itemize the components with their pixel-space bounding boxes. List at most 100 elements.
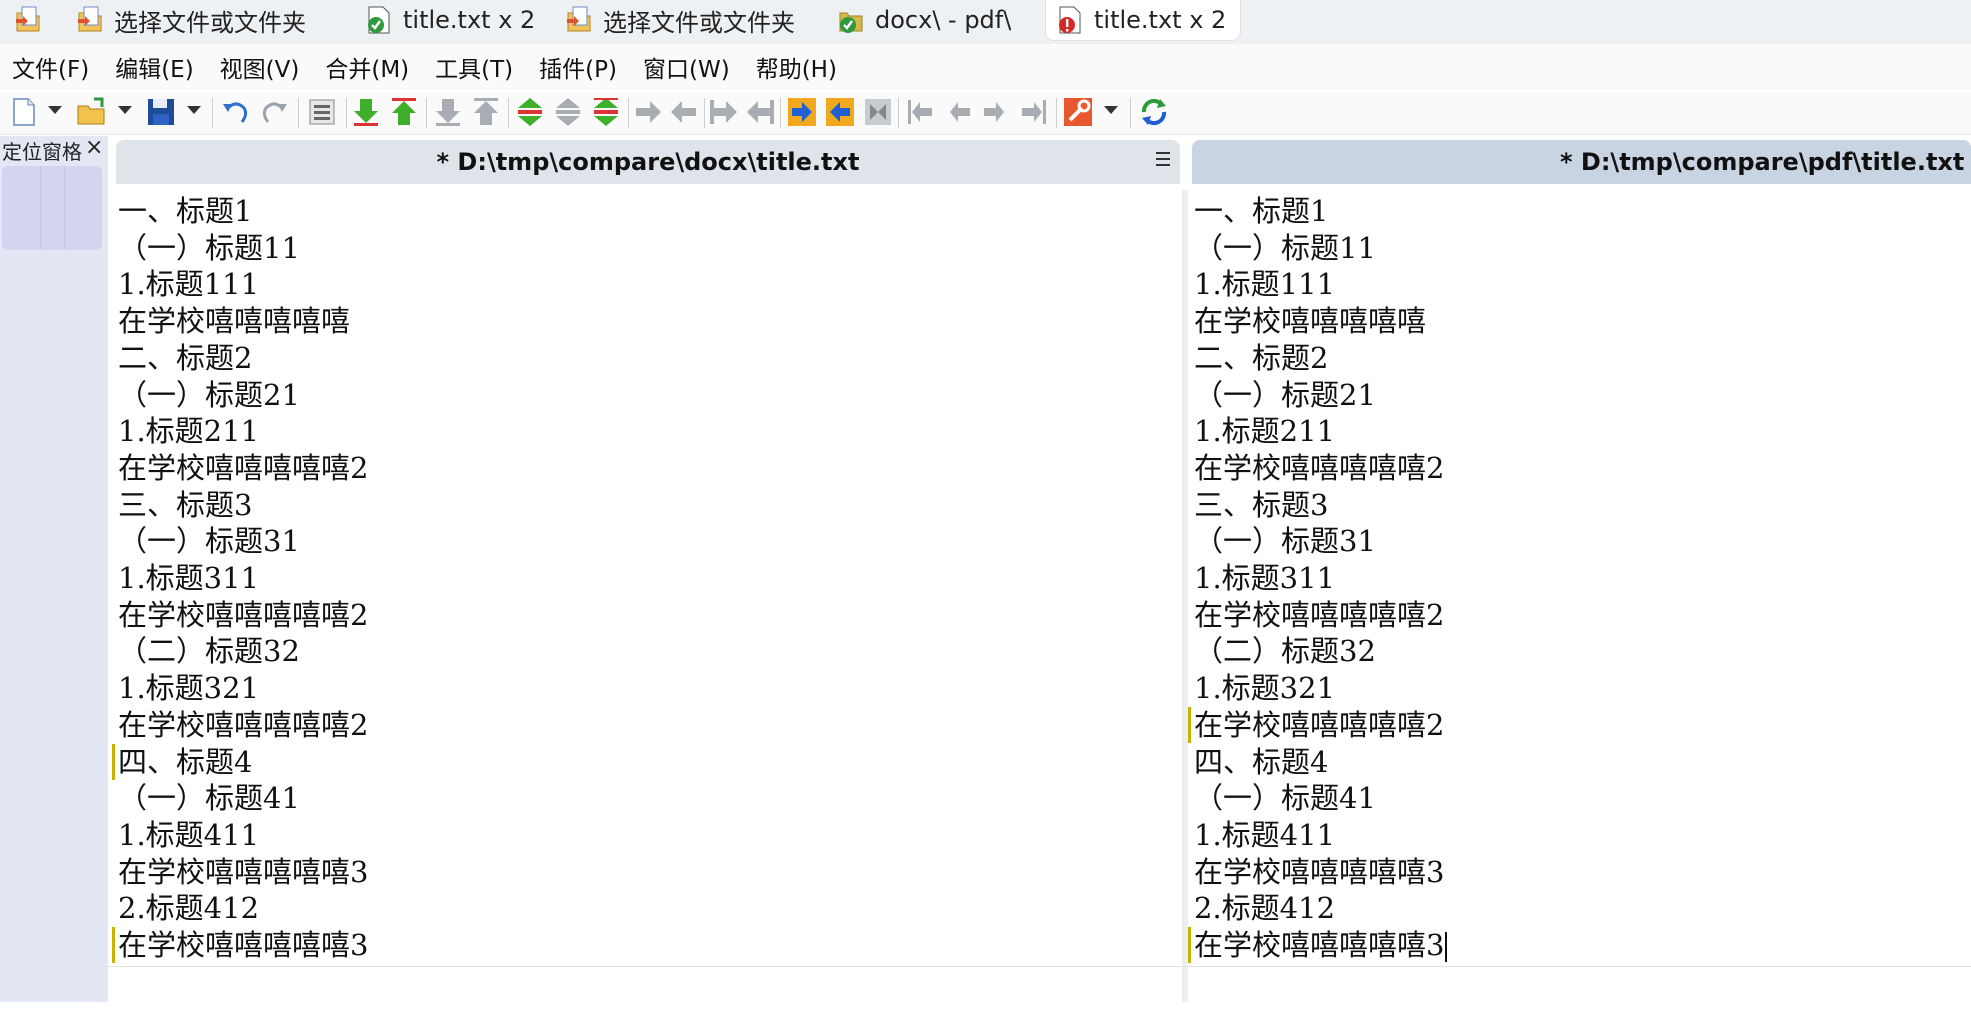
text-line[interactable]: 2.标题412 xyxy=(1194,890,1335,926)
open-file-icon[interactable] xyxy=(76,96,108,128)
new-file-icon[interactable] xyxy=(8,96,40,128)
tab-3[interactable]: 选择文件或文件夹 xyxy=(565,0,795,40)
current-diff-icon[interactable] xyxy=(514,96,546,128)
merge-left-icon[interactable] xyxy=(744,96,776,128)
text-line[interactable]: 一、标题1 xyxy=(1194,193,1328,229)
tools-icon[interactable] xyxy=(1062,96,1094,128)
text-line[interactable]: 在学校嘻嘻嘻嘻嘻3 xyxy=(118,927,368,963)
save-icon[interactable] xyxy=(145,96,177,128)
go-next-icon[interactable] xyxy=(980,96,1012,128)
text-line[interactable]: 在学校嘻嘻嘻嘻嘻3 xyxy=(1194,927,1448,963)
text-line[interactable]: 1.标题321 xyxy=(118,670,259,706)
tab-0[interactable] xyxy=(14,0,42,40)
text-line[interactable]: （一）标题31 xyxy=(118,523,300,559)
menu-tools[interactable]: 工具(T) xyxy=(435,50,513,84)
menu-merge[interactable]: 合并(M) xyxy=(325,50,409,84)
hamburger-icon[interactable] xyxy=(1156,152,1170,170)
tab-4[interactable]: docx\ - pdf\ xyxy=(837,0,1011,40)
text-line[interactable]: 四、标题4 xyxy=(118,744,252,780)
tab-1[interactable]: 选择文件或文件夹 xyxy=(76,0,306,40)
diff-marker xyxy=(1188,707,1191,743)
location-pane-map[interactable] xyxy=(2,166,102,250)
text-line[interactable]: （一）标题11 xyxy=(118,230,300,266)
text-line[interactable]: 1.标题311 xyxy=(1194,560,1335,596)
left-file-path: * D:\tmp\compare\docx\title.txt xyxy=(436,148,860,176)
text-line[interactable]: 四、标题4 xyxy=(1194,744,1328,780)
copy-left-advance-icon[interactable] xyxy=(668,96,700,128)
text-line[interactable]: 在学校嘻嘻嘻嘻嘻 xyxy=(118,303,350,339)
text-line[interactable]: （一）标题21 xyxy=(1194,377,1376,413)
copy-left-icon[interactable] xyxy=(590,96,622,128)
text-line[interactable]: 三、标题3 xyxy=(118,487,252,523)
text-line[interactable]: 在学校嘻嘻嘻嘻嘻2 xyxy=(118,597,368,633)
text-line[interactable]: 在学校嘻嘻嘻嘻嘻2 xyxy=(118,450,368,486)
go-first-icon[interactable] xyxy=(904,96,936,128)
last-diff-icon[interactable] xyxy=(470,96,502,128)
menu-edit[interactable]: 编辑(E) xyxy=(115,50,193,84)
text-line[interactable]: 在学校嘻嘻嘻嘻嘻3 xyxy=(118,854,368,890)
copy-right-advance-icon[interactable] xyxy=(632,96,664,128)
next-diff-icon[interactable] xyxy=(350,96,382,128)
text-line[interactable]: 1.标题211 xyxy=(1194,413,1335,449)
redo-icon[interactable] xyxy=(258,96,290,128)
menu-bar: 文件(F) 编辑(E) 视图(V) 合并(M) 工具(T) 插件(P) 窗口(W… xyxy=(0,44,1971,90)
right-text-editor[interactable]: 一、标题1 （一）标题11 1.标题111 在学校嘻嘻嘻嘻嘻 二、标题2 （一）标题21 1… xyxy=(1188,190,1971,1010)
save-dropdown-icon[interactable] xyxy=(187,106,201,114)
toolbar-separator xyxy=(426,98,427,128)
text-line[interactable]: 1.标题211 xyxy=(118,413,259,449)
copy-right-icon[interactable] xyxy=(552,96,584,128)
close-icon[interactable]: × xyxy=(85,135,103,160)
text-line[interactable]: 1.标题321 xyxy=(1194,670,1335,706)
text-line[interactable]: 一、标题1 xyxy=(118,193,252,229)
text-line[interactable]: 二、标题2 xyxy=(118,340,252,376)
go-last-icon[interactable] xyxy=(1018,96,1050,128)
open-file-dropdown-icon[interactable] xyxy=(118,106,132,114)
text-line[interactable]: 1.标题111 xyxy=(118,266,259,302)
text-line[interactable]: 在学校嘻嘻嘻嘻嘻2 xyxy=(1194,707,1444,743)
text-line[interactable]: 在学校嘻嘻嘻嘻嘻3 xyxy=(1194,854,1444,890)
first-diff-icon[interactable] xyxy=(432,96,464,128)
text-line[interactable]: 在学校嘻嘻嘻嘻嘻 xyxy=(1194,303,1426,339)
text-line[interactable]: （一）标题41 xyxy=(118,780,300,816)
left-pane-header: * D:\tmp\compare\docx\title.txt xyxy=(116,140,1180,184)
text-line[interactable]: 1.标题411 xyxy=(1194,817,1335,853)
text-line[interactable]: （二）标题32 xyxy=(118,633,300,669)
tools-dropdown-icon[interactable] xyxy=(1104,106,1118,114)
menu-help[interactable]: 帮助(H) xyxy=(756,50,837,84)
menu-view[interactable]: 视图(V) xyxy=(220,50,300,84)
text-line[interactable]: 二、标题2 xyxy=(1194,340,1328,376)
text-line[interactable]: 在学校嘻嘻嘻嘻嘻2 xyxy=(1194,450,1444,486)
diff-marker xyxy=(112,927,115,963)
undo-icon[interactable] xyxy=(220,96,252,128)
toolbar-separator xyxy=(898,98,899,128)
text-line[interactable]: （一）标题31 xyxy=(1194,523,1376,559)
left-text-editor[interactable]: 一、标题1 （一）标题11 1.标题111 在学校嘻嘻嘻嘻嘻 二、标题2 （一）标题21 1… xyxy=(112,190,1180,1010)
text-line[interactable]: （二）标题32 xyxy=(1194,633,1376,669)
tab-2[interactable]: title.txt x 2 xyxy=(365,0,535,40)
text-line[interactable]: 在学校嘻嘻嘻嘻嘻2 xyxy=(118,707,368,743)
text-line[interactable]: 1.标题111 xyxy=(1194,266,1335,302)
text-line[interactable]: 2.标题412 xyxy=(118,890,259,926)
merge-right-icon[interactable] xyxy=(708,96,740,128)
text-line[interactable]: （一）标题21 xyxy=(118,377,300,413)
go-prev-icon[interactable] xyxy=(942,96,974,128)
diff-marker xyxy=(112,744,115,780)
toolbar xyxy=(0,92,1971,135)
text-line[interactable]: （一）标题41 xyxy=(1194,780,1376,816)
prev-diff-icon[interactable] xyxy=(388,96,420,128)
text-line[interactable]: 1.标题411 xyxy=(118,817,259,853)
refresh-icon[interactable] xyxy=(1138,96,1170,128)
text-line[interactable]: 在学校嘻嘻嘻嘻嘻2 xyxy=(1194,597,1444,633)
menu-file[interactable]: 文件(F) xyxy=(12,50,89,84)
options-icon[interactable] xyxy=(306,96,338,128)
text-line[interactable]: 三、标题3 xyxy=(1194,487,1328,523)
all-right-icon[interactable] xyxy=(786,96,818,128)
all-merge-icon[interactable] xyxy=(862,96,894,128)
new-file-dropdown-icon[interactable] xyxy=(48,106,62,114)
menu-window[interactable]: 窗口(W) xyxy=(643,50,730,84)
menu-plugins[interactable]: 插件(P) xyxy=(539,50,617,84)
all-left-icon[interactable] xyxy=(824,96,856,128)
text-line[interactable]: （一）标题11 xyxy=(1194,230,1376,266)
text-line[interactable]: 1.标题311 xyxy=(118,560,259,596)
tab-5-active[interactable]: title.txt x 2 xyxy=(1046,0,1241,40)
